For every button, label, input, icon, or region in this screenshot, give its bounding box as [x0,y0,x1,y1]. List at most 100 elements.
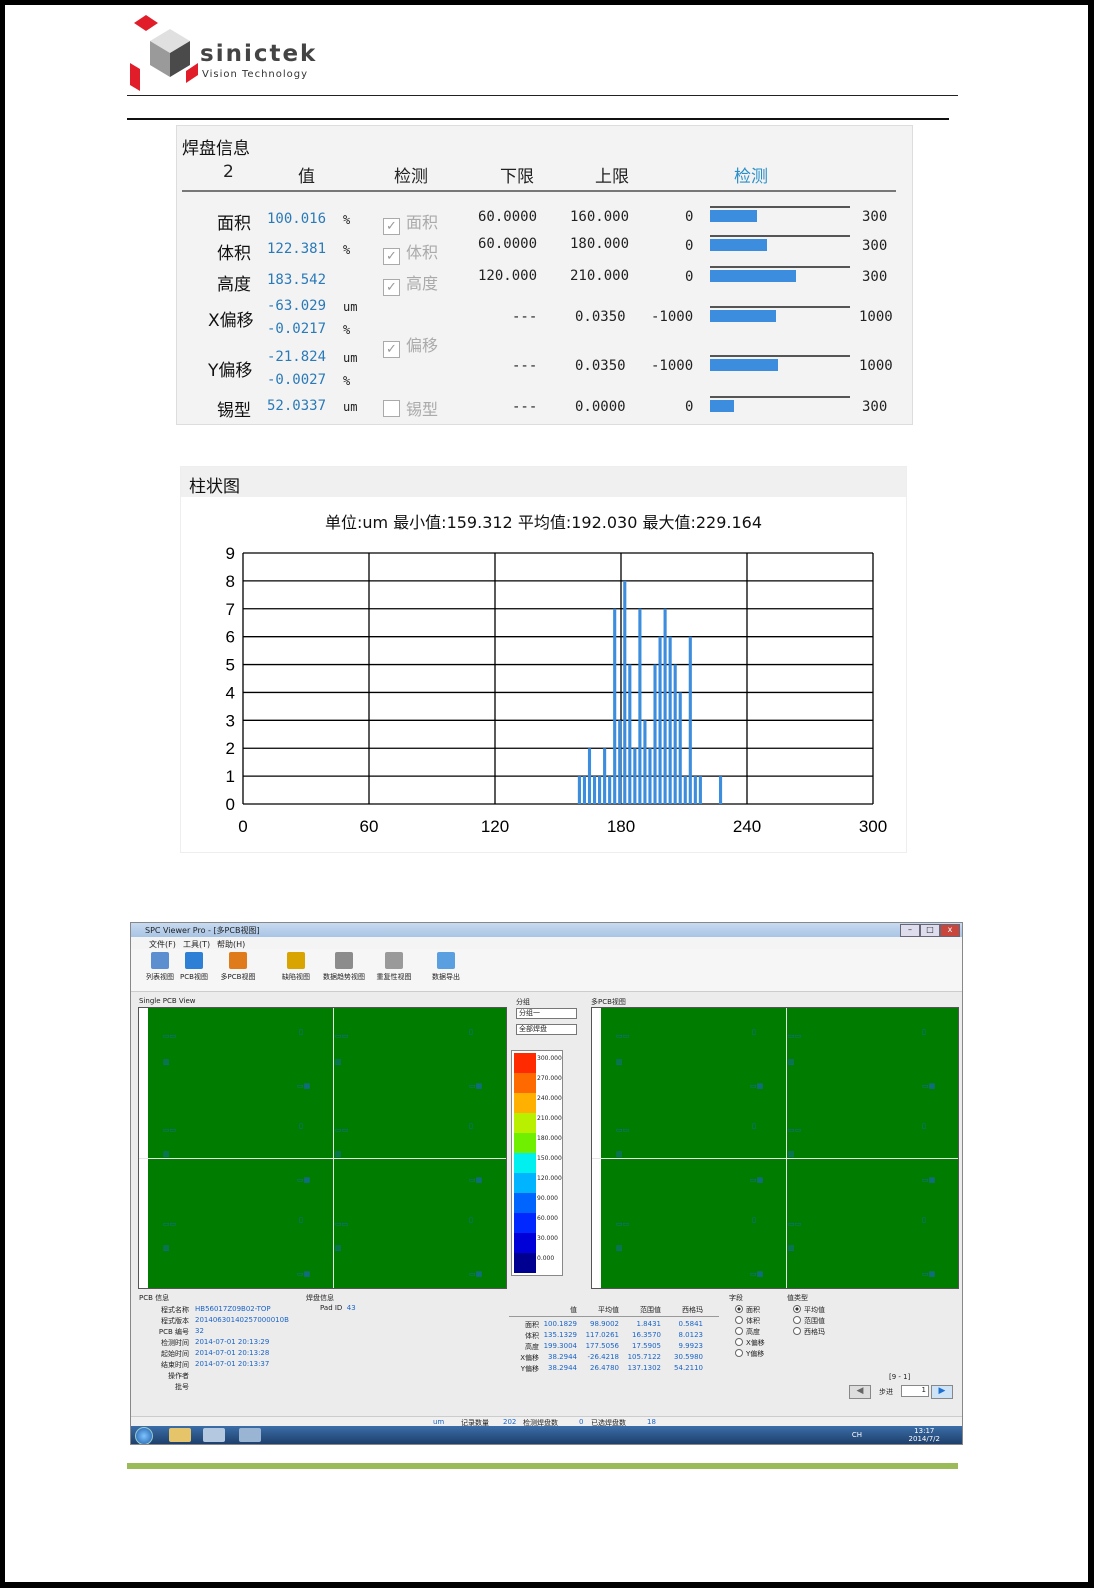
row-bar-track [710,355,850,357]
radio-button[interactable] [735,1316,743,1324]
close-button[interactable]: x [940,924,960,937]
radio-button[interactable] [793,1327,801,1335]
status-records: 202 [503,1418,517,1426]
radio-option[interactable]: 高度 [735,1327,760,1337]
tool-label: PCB视图 [180,973,208,981]
check-height[interactable]: ✓ 高度 [383,270,438,296]
row-bar-fill [710,239,767,251]
pad-info-small: 焊盘信息 Pad ID 43 [306,1293,356,1312]
pad-id-value: 43 [346,1304,356,1312]
histogram-bar [653,664,657,804]
repeatability-view-button[interactable]: 重复性视图 [371,952,417,988]
check-area[interactable]: ✓ 面积 [383,209,438,235]
radio-button[interactable] [735,1305,743,1313]
single-pcb-board[interactable]: ▭▭ ▯ ▭▭ ▯ ▥ ▥ ▭▦ ▭▦ ▭▭ ▯ ▭▭ ▯ ▥ ▥ ▭▦ ▭▦ ▭▭ ▯ ▭▭ ▯ ▥ ▥ ▭▦ ▭… [138,1007,507,1289]
multi-pcb-board[interactable]: ▭▭ ▯ ▭▭ ▯ ▥ ▥ ▭▦ ▭▦ ▭▭ ▯ ▭▭ ▯ ▥ ▥ ▭▦ ▭▦ ▭▭ ▯ ▭▭ ▯ ▥ ▥ ▭▦ ▭… [591,1007,959,1289]
radio-button[interactable] [735,1349,743,1357]
row-upper: 0.0000 [575,399,626,415]
legend-swatch [514,1213,536,1233]
step-input[interactable]: 1 [901,1385,929,1397]
check-solder-type[interactable]: 锡型 [383,396,438,420]
tool-label: 数据导出 [432,973,460,981]
y-tick-label: 0 [226,795,235,814]
x-tick-label: 300 [859,817,887,836]
checkbox[interactable] [383,400,400,417]
radio-option[interactable]: 西格玛 [793,1327,825,1337]
histogram-bar [587,748,592,804]
check-offset[interactable]: ✓ 偏移 [383,332,438,358]
defect-view-button[interactable]: 缺陷视图 [273,952,319,988]
row-upper: 0.0350 [575,309,626,325]
row-bar-fill [710,270,796,282]
y-tick-label: 2 [226,739,235,758]
radio-option[interactable]: 体积 [735,1316,760,1326]
maximize-button[interactable]: □ [920,924,940,937]
clock-date: 2014/7/2 [908,1435,940,1443]
color-legend: 300.000 270.000 240.000 210.000 180.000 150.0… [511,1050,563,1276]
legend-value: 30.000 [537,1235,558,1242]
radio-button[interactable] [735,1338,743,1346]
explorer-taskbar-icon[interactable] [169,1428,191,1442]
row-lower: 60.0000 [478,209,538,225]
group-select[interactable]: 分组一 [516,1008,577,1019]
tool-label: 重复性视图 [376,973,412,981]
brand-name: sinictek [200,41,318,67]
y-tick-label: 1 [226,767,235,786]
app-taskbar-icon[interactable] [203,1428,225,1442]
histogram-bar [628,664,632,804]
checkbox[interactable]: ✓ [383,279,400,296]
radio-button[interactable] [735,1327,743,1335]
minimize-button[interactable]: – [900,924,920,937]
histogram-bar [678,692,682,804]
single-pcb-view-label: Single PCB View [139,997,196,1005]
next-arrow-icon[interactable]: ▶ [931,1385,953,1399]
board-divider [786,1008,787,1288]
row-label: 锡型 [217,401,251,421]
histogram-bar [613,608,617,804]
y-tick-label: 3 [226,711,235,730]
legend-swatch [514,1073,536,1093]
radio-option[interactable]: 面积 [735,1305,760,1315]
taskbar-clock[interactable]: 13:17 2014/7/2 [909,1427,940,1443]
row-lower: 60.0000 [478,236,538,252]
histogram-bar [693,776,697,804]
pcb-field-key: 程式名称 [161,1306,189,1314]
trend-view-button[interactable]: 数据趋势视图 [321,952,367,988]
stats-cell: 38.2944 [548,1353,577,1361]
spc-taskbar-icon[interactable] [239,1428,261,1442]
pad-select[interactable]: 全部焊盘 [516,1024,577,1035]
board-divider [333,1008,334,1288]
checkbox[interactable]: ✓ [383,341,400,358]
stats-table: 值 平均值 范围值 西格玛 面积 100.1829 98.9002 1.8431 0.5841 体… [509,1305,719,1375]
radio-option[interactable]: 范围值 [793,1316,825,1326]
checkbox[interactable]: ✓ [383,248,400,265]
stats-cell: 1.8431 [636,1320,662,1328]
stats-cell: 199.3004 [543,1342,577,1350]
radio-option[interactable]: 平均值 [793,1305,825,1315]
row-bar-track [710,396,850,398]
prev-arrow-icon[interactable]: ◀ [849,1385,871,1399]
board-divider [139,1158,506,1159]
input-method-indicator[interactable]: CH [852,1431,862,1439]
radio-option[interactable]: X偏移 [735,1338,765,1348]
legend-value: 210.000 [537,1115,562,1122]
checkbox[interactable]: ✓ [383,218,400,235]
toolbar: 列表视图 PCB视图 多PCB视图 缺陷视图 数据趋势视图 重复性视图 数据导出 [131,949,962,992]
brand-tagline: Vision Technology [202,69,309,80]
pcb-field-key: 检测时间 [161,1339,189,1347]
radio-option[interactable]: Y偏移 [735,1349,764,1359]
pcb-view-button[interactable]: PCB视图 [171,952,217,988]
row-value: 122.381 [267,241,327,257]
check-volume[interactable]: ✓ 体积 [383,239,438,265]
multi-pcb-view-button[interactable]: 多PCB视图 [215,952,261,988]
row-upper: 160.000 [570,209,630,225]
data-export-button[interactable]: 数据导出 [423,952,469,988]
radio-button[interactable] [793,1316,801,1324]
legend-swatch [514,1233,536,1253]
row-value-pct: -0.0217 [267,321,327,337]
pcb-field-value: 32 [195,1327,204,1335]
start-button[interactable] [135,1427,153,1444]
row-min: -1000 [651,358,694,374]
histogram-bar [638,608,642,804]
radio-button[interactable] [793,1305,801,1313]
